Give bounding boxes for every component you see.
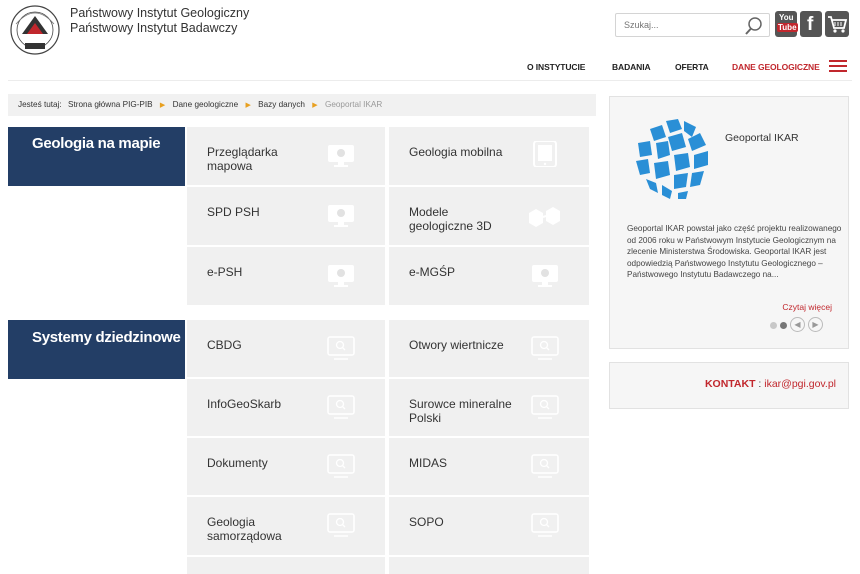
youtube-label-bottom: Tube [777,23,798,32]
tile-label: Przeglądarka mapowa [207,145,278,173]
breadcrumb-separator-icon: ▶ [312,102,318,109]
breadcrumb-item[interactable]: Dane geologiczne [173,100,239,109]
tile-przegladarka-mapowa[interactable]: Przeglądarka mapowa [187,127,385,185]
nav-dane-geologiczne[interactable]: DANE GEOLOGICZNE [732,62,820,76]
facebook-label: f [807,14,814,35]
monitor-search-icon [526,336,564,362]
geoportal-ikar-card: Geoportal IKAR Geoportal IKAR powstał ja… [609,96,849,349]
youtube-label-top: You [779,13,794,22]
monitor-map-icon [322,143,360,169]
tile-surowce-mineralne-polski[interactable]: Surowce mineralne Polski [389,379,589,436]
monitor-search-icon [526,454,564,480]
card-description: Geoportal IKAR powstał jako część projek… [627,224,842,280]
menu-icon[interactable] [829,60,847,74]
tile-geologia-samorzadowa[interactable]: Geologia samorządowa [187,497,385,555]
carousel-dot[interactable] [770,322,777,329]
section-header-geologia-na-mapie: Geologia na mapie [8,127,185,186]
monitor-search-icon [526,513,564,539]
monitor-search-icon [322,513,360,539]
tile-e-psh[interactable]: e-PSH [187,247,385,305]
tile-otwory-wiertnicze[interactable]: Otwory wiertnicze [389,320,589,377]
breadcrumb-current: Geoportal IKAR [324,100,383,109]
tile-label: Modele geologiczne 3D [409,205,492,233]
facebook-icon[interactable]: f [800,11,822,37]
search-icon[interactable] [743,15,765,37]
tile-label: Geologia mobilna [409,145,503,159]
search-input[interactable] [616,14,734,36]
monitor-map-icon [322,263,360,289]
tile-sopo[interactable]: SOPO [389,497,589,555]
org-name-line2: Państwowy Instytut Badawczy [70,21,238,35]
globe-icon[interactable] [628,115,716,203]
contact-label: KONTAKT [704,378,756,390]
tile-spd-psh[interactable]: SPD PSH [187,187,385,245]
monitor-search-icon [322,395,360,421]
breadcrumb-item[interactable]: Strona główna PIG-PIB [68,100,153,109]
organization-name[interactable]: Państwowy Instytut Geologiczny Państwowy… [70,6,249,36]
tile-label: e-PSH [207,265,243,279]
tile-infogeoskarb[interactable]: InfoGeoSkarb [187,379,385,436]
monitor-search-icon [322,454,360,480]
tile-partial[interactable] [389,557,589,574]
institute-logo[interactable] [8,4,64,56]
tile-midas[interactable]: MIDAS [389,438,589,495]
org-name-line1: Państwowy Instytut Geologiczny [70,6,250,20]
carousel-dot-active[interactable] [780,322,787,329]
tile-dokumenty[interactable]: Dokumenty [187,438,385,495]
tile-label: Otwory wiertnicze [409,338,504,352]
read-more-link[interactable]: Czytaj więcej [782,302,832,312]
breadcrumb-separator-icon: ▶ [245,102,251,109]
nav-oferta[interactable]: OFERTA [675,62,709,76]
youtube-icon[interactable]: You Tube [775,11,798,37]
carousel-prev-icon[interactable]: ◀ [790,317,805,332]
monitor-map-icon [526,263,564,289]
nav-o-instytucie[interactable]: O INSTYTUCIE [527,62,585,76]
tile-geologia-mobilna[interactable]: Geologia mobilna [389,127,589,185]
breadcrumb: Jesteś tutaj: Strona główna PIG-PIB ▶ Da… [8,94,596,116]
breadcrumb-item[interactable]: Bazy danych [258,100,305,109]
tile-label: CBDG [207,338,242,352]
search-box [615,13,770,37]
monitor-search-icon [526,395,564,421]
shopping-cart-icon[interactable] [825,11,849,37]
tile-modele-geologiczne-3d[interactable]: Modele geologiczne 3D [389,187,589,245]
tablet-icon [526,141,564,167]
tile-label: e-MGŚP [409,265,456,279]
contact-separator: : [758,378,762,390]
contact-box: KONTAKT : ikar@pgi.gov.pl [609,362,849,409]
3d-model-icon [526,203,564,229]
tile-label: Surowce mineralne Polski [409,397,512,425]
tile-label: SPD PSH [207,205,260,219]
section-header-systemy-dziedzinowe: Systemy dziedzinowe [8,320,185,379]
contact-email-link[interactable]: ikar@pgi.gov.pl [764,378,836,390]
carousel-next-icon[interactable]: ▶ [808,317,823,332]
tile-label: Dokumenty [207,456,268,470]
tile-label: InfoGeoSkarb [207,397,282,411]
tile-cbdg[interactable]: CBDG [187,320,385,377]
card-title[interactable]: Geoportal IKAR [725,132,799,144]
breadcrumb-prefix: Jesteś tutaj: [18,100,62,109]
monitor-search-icon [322,336,360,362]
tile-label: Geologia samorządowa [207,515,282,543]
monitor-map-icon [322,203,360,229]
tile-partial[interactable] [187,557,385,574]
tile-e-mgsp[interactable]: e-MGŚP [389,247,589,305]
breadcrumb-separator-icon: ▶ [159,102,166,109]
nav-badania[interactable]: BADANIA [612,62,651,76]
tile-label: SOPO [409,515,444,529]
header-divider [8,80,852,81]
tile-label: MIDAS [409,456,448,470]
